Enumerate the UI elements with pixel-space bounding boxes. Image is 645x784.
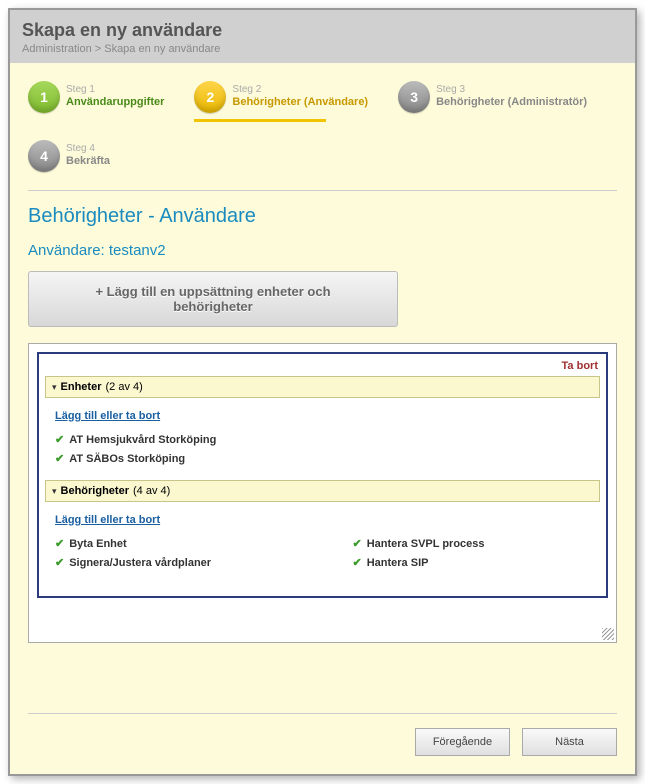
- step-1-text: Steg 1 Användaruppgifter: [66, 84, 164, 110]
- caret-down-icon: ▾: [52, 486, 57, 497]
- perms-list: ✔Byta Enhet ✔Signera/Justera vårdplaner …: [55, 534, 590, 572]
- config-panel: Ta bort ▾ Enheter (2 av 4) Lägg till ell…: [28, 343, 617, 643]
- check-icon: ✔: [353, 556, 362, 569]
- perm-c2-0: Hantera SVPL process: [367, 538, 485, 550]
- step-3-circle: 3: [398, 81, 430, 113]
- step-4[interactable]: 4 Steg 4 Bekräfta: [28, 140, 110, 172]
- list-item: ✔ Hantera SVPL process: [353, 534, 591, 553]
- step-4-name: Bekräfta: [66, 155, 110, 169]
- section-title: Behörigheter - Användare: [28, 205, 617, 228]
- check-icon: ✔: [55, 452, 64, 465]
- units-header-count: (2 av 4): [106, 381, 143, 393]
- step-3[interactable]: 3 Steg 3 Behörigheter (Administratör): [398, 81, 587, 113]
- step-2-label: Steg 2: [232, 84, 368, 97]
- units-header[interactable]: ▾ Enheter (2 av 4): [45, 376, 600, 398]
- add-set-button[interactable]: + Lägg till en uppsättning enheter och b…: [28, 271, 398, 327]
- step-4-circle: 4: [28, 140, 60, 172]
- perm-c2-1: Hantera SIP: [367, 557, 429, 569]
- list-item: ✔ Hantera SIP: [353, 553, 591, 572]
- footer-row: Föregående Nästa: [28, 713, 617, 756]
- unit-item-1: AT SÄBOs Storköping: [69, 453, 185, 465]
- caret-down-icon: ▾: [52, 382, 57, 393]
- page-title: Skapa en ny användare: [22, 20, 623, 41]
- list-item: ✔ Byta Enhet: [55, 534, 293, 553]
- units-header-label: Enheter: [61, 381, 102, 393]
- list-item: ✔ AT Hemsjukvård Storköping: [55, 430, 590, 449]
- step-2-text: Steg 2 Behörigheter (Användare): [232, 84, 368, 110]
- check-icon: ✔: [55, 556, 64, 569]
- unit-item-0: AT Hemsjukvård Storköping: [69, 434, 216, 446]
- next-button[interactable]: Nästa: [522, 728, 617, 756]
- step-1-name: Användaruppgifter: [66, 96, 164, 110]
- list-item: ✔ AT SÄBOs Storköping: [55, 449, 590, 468]
- step-3-name: Behörigheter (Administratör): [436, 96, 587, 110]
- check-icon: ✔: [55, 433, 64, 446]
- app-frame: Skapa en ny användare Administration > S…: [8, 8, 637, 776]
- perms-header-count: (4 av 4): [133, 485, 170, 497]
- units-list: ✔ AT Hemsjukvård Storköping ✔ AT SÄBOs Sto…: [55, 430, 590, 468]
- wizard-steps: 1 Steg 1 Användaruppgifter 2 Steg 2 Behö…: [28, 75, 617, 182]
- perm-c1-1: Signera/Justera vårdplaner: [69, 557, 211, 569]
- units-body: Lägg till eller ta bort ✔ AT Hemsjukvård …: [45, 398, 600, 480]
- step-1-label: Steg 1: [66, 84, 164, 97]
- perms-col-2: ✔ Hantera SVPL process ✔ Hantera SIP: [353, 534, 591, 572]
- content-area: 1 Steg 1 Användaruppgifter 2 Steg 2 Behö…: [10, 63, 635, 774]
- check-icon: ✔: [353, 537, 362, 550]
- perms-col-1: ✔ Byta Enhet ✔ Signera/Justera vårdplaner: [55, 534, 293, 572]
- user-label: Användare: testanv2: [28, 242, 617, 259]
- step-2[interactable]: 2 Steg 2 Behörigheter (Användare): [194, 81, 368, 113]
- step-1[interactable]: 1 Steg 1 Användaruppgifter: [28, 81, 164, 113]
- perms-header[interactable]: ▾ Behörigheter (4 av 4): [45, 480, 600, 502]
- step-4-text: Steg 4 Bekräfta: [66, 143, 110, 169]
- perms-add-remove-link[interactable]: Lägg till eller ta bort: [55, 514, 160, 526]
- prev-button[interactable]: Föregående: [415, 728, 510, 756]
- check-icon: ✔: [55, 537, 64, 550]
- header-bar: Skapa en ny användare Administration > S…: [10, 10, 635, 63]
- divider: [28, 190, 617, 191]
- list-item: ✔ Signera/Justera vårdplaner: [55, 553, 293, 572]
- config-box: Ta bort ▾ Enheter (2 av 4) Lägg till ell…: [37, 352, 608, 598]
- breadcrumb[interactable]: Administration > Skapa en ny användare: [22, 43, 623, 55]
- step-4-label: Steg 4: [66, 143, 110, 156]
- perms-header-label: Behörigheter: [61, 485, 129, 497]
- resize-grip-icon[interactable]: [602, 628, 614, 640]
- remove-link[interactable]: Ta bort: [45, 360, 600, 376]
- step-2-circle: 2: [194, 81, 226, 113]
- step-3-label: Steg 3: [436, 84, 587, 97]
- perms-body: Lägg till eller ta bort ✔ Byta Enhet ✔ Sig…: [45, 502, 600, 584]
- step-1-circle: 1: [28, 81, 60, 113]
- perm-c1-0: Byta Enhet: [69, 538, 126, 550]
- step-2-underline: [194, 119, 326, 122]
- step-2-name: Behörigheter (Användare): [232, 96, 368, 110]
- step-3-text: Steg 3 Behörigheter (Administratör): [436, 84, 587, 110]
- units-add-remove-link[interactable]: Lägg till eller ta bort: [55, 410, 160, 422]
